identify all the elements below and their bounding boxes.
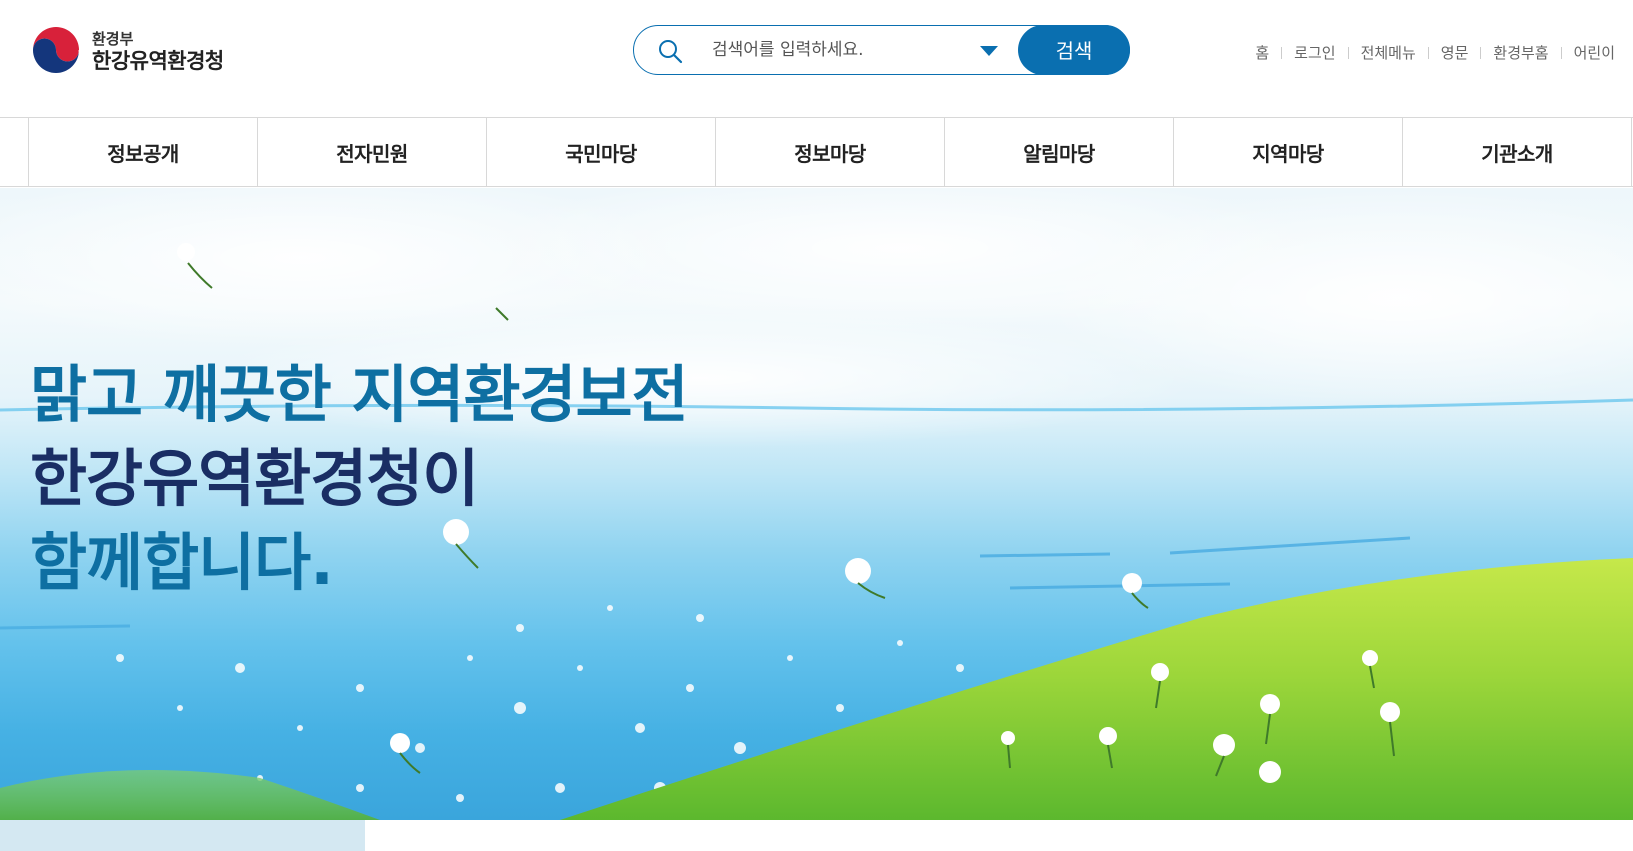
taegeuk-emblem-icon bbox=[31, 27, 81, 77]
main-navigation: 정보공개 전자민원 국민마당 정보마당 알림마당 지역마당 기관소개 bbox=[0, 117, 1633, 187]
hero-banner: 맑고 깨끗한 지역환경보전 한강유역환경청이 함께합니다. bbox=[0, 188, 1633, 820]
logo-ministry-label: 환경부 bbox=[92, 30, 134, 48]
site-header: 환경부 한강유역환경청 검색 홈 로그인 전체메뉴 영문 환경부홈 어린이 bbox=[0, 0, 1633, 117]
nav-item-public-square[interactable]: 국민마당 bbox=[487, 118, 716, 186]
hero-slogan-line-3: 함께합니다. bbox=[30, 526, 334, 599]
search-bar: 검색 bbox=[633, 24, 1130, 75]
hero-slogan: 맑고 깨끗한 지역환경보전 한강유역환경청이 함께합니다. bbox=[30, 353, 689, 605]
util-link-english[interactable]: 영문 bbox=[1441, 42, 1469, 63]
content-tab-strip[interactable] bbox=[0, 820, 365, 851]
util-link-ministry-home[interactable]: 환경부홈 bbox=[1493, 42, 1548, 63]
util-link-sitemap[interactable]: 전체메뉴 bbox=[1361, 42, 1416, 63]
hero-slogan-line-1: 맑고 깨끗한 지역환경보전 bbox=[30, 358, 689, 431]
nav-menu: 정보공개 전자민원 국민마당 정보마당 알림마당 지역마당 기관소개 bbox=[28, 118, 1632, 186]
util-link-login[interactable]: 로그인 bbox=[1294, 42, 1335, 63]
nav-item-about[interactable]: 기관소개 bbox=[1403, 118, 1632, 186]
divider bbox=[1281, 46, 1283, 59]
search-button[interactable]: 검색 bbox=[1018, 24, 1130, 75]
nav-item-info-square[interactable]: 정보마당 bbox=[716, 118, 945, 186]
logo-text: 환경부 한강유역환경청 bbox=[92, 30, 224, 74]
nav-item-info-disclosure[interactable]: 정보공개 bbox=[29, 118, 258, 186]
util-link-home[interactable]: 홈 bbox=[1255, 42, 1269, 63]
divider bbox=[1560, 46, 1562, 59]
search-icon[interactable] bbox=[657, 38, 683, 64]
divider bbox=[1480, 46, 1482, 59]
utility-links: 홈 로그인 전체메뉴 영문 환경부홈 어린이 bbox=[1255, 42, 1615, 63]
triangle-down-icon[interactable] bbox=[979, 44, 999, 58]
site-logo[interactable]: 환경부 한강유역환경청 bbox=[30, 26, 224, 78]
logo-agency-name: 한강유역환경청 bbox=[92, 49, 224, 73]
nav-item-region-square[interactable]: 지역마당 bbox=[1174, 118, 1403, 186]
util-link-kids[interactable]: 어린이 bbox=[1574, 42, 1615, 63]
hero-slogan-line-2: 한강유역환경청이 bbox=[30, 442, 479, 515]
nav-item-e-petition[interactable]: 전자민원 bbox=[258, 118, 487, 186]
divider bbox=[1427, 46, 1429, 59]
divider bbox=[1347, 46, 1349, 59]
nav-item-notice-square[interactable]: 알림마당 bbox=[945, 118, 1174, 186]
search-input[interactable] bbox=[712, 35, 902, 65]
